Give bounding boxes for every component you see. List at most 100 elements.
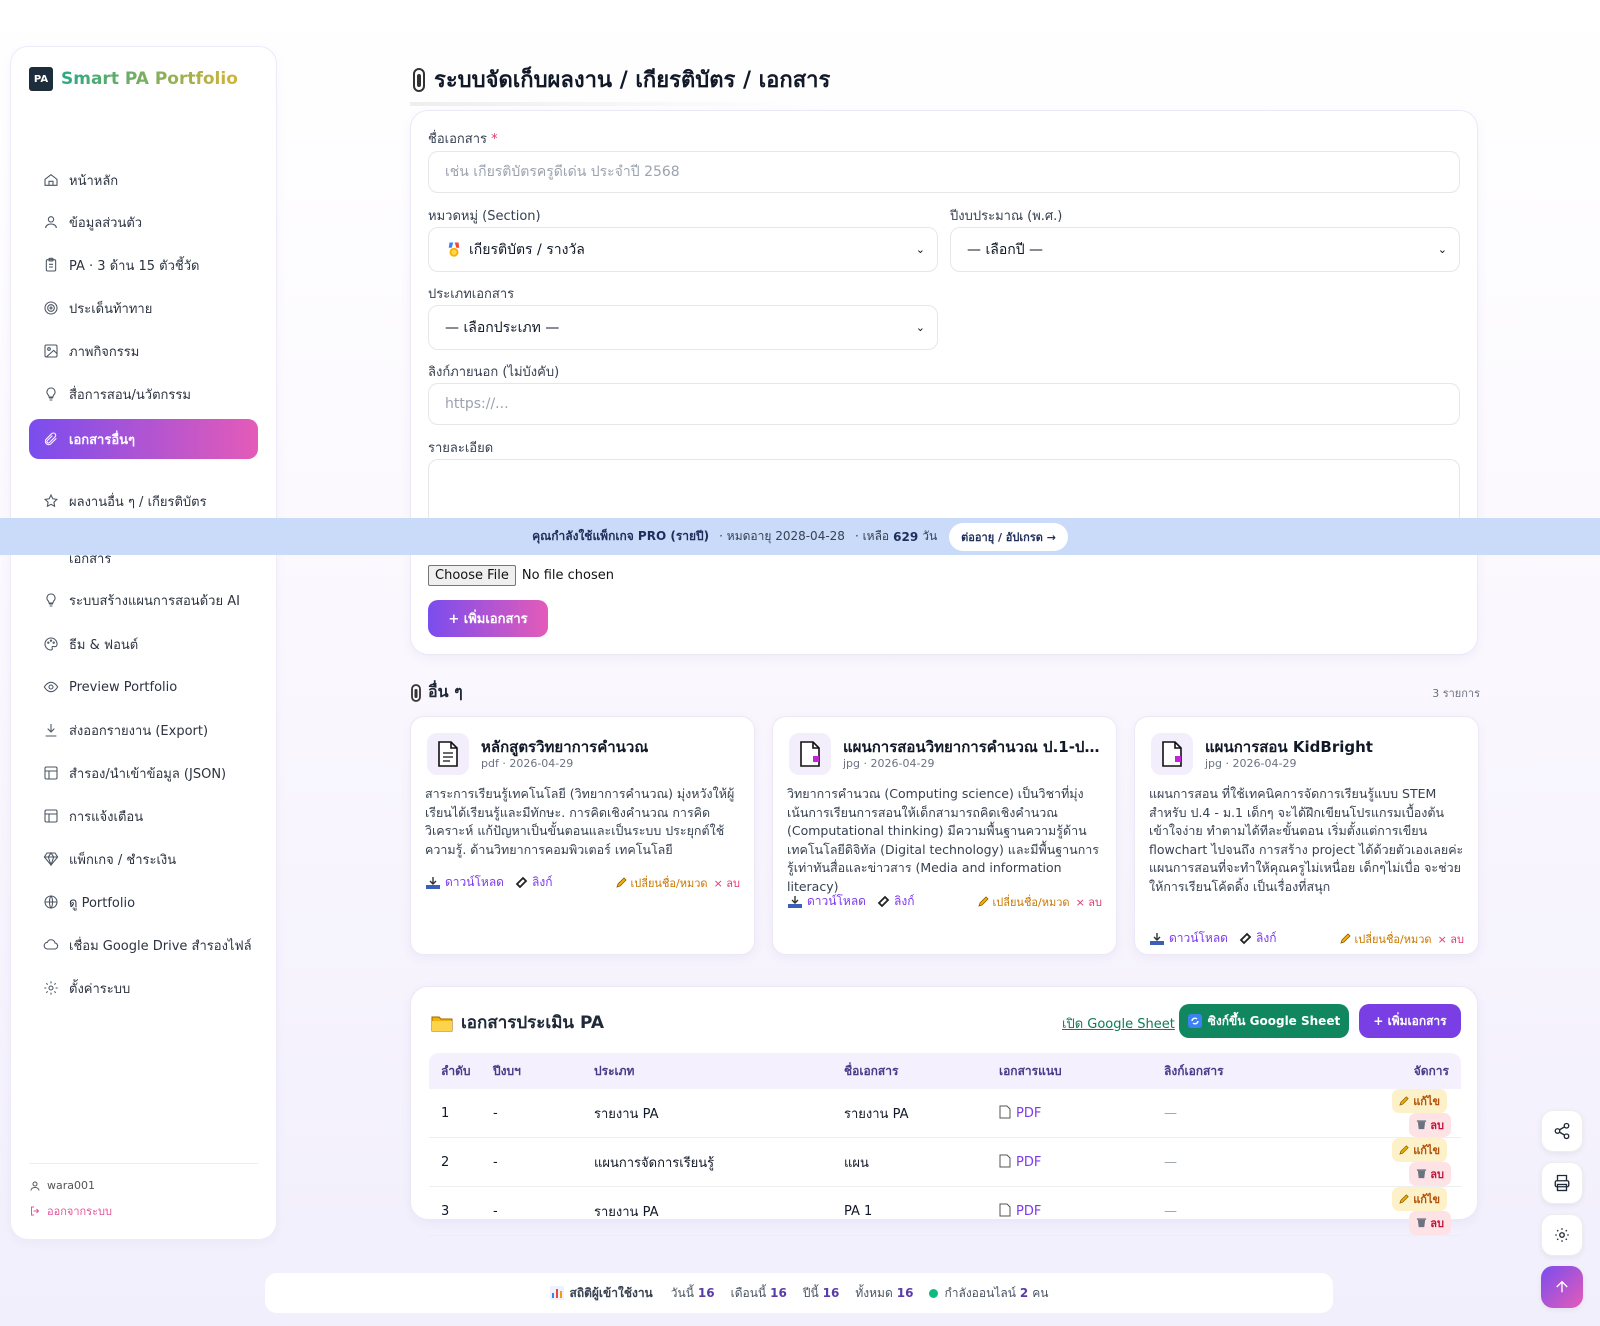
- sidebar-item-11[interactable]: ธีม & ฟอนต์: [29, 624, 258, 664]
- sidebar-item-5[interactable]: ภาพกิจกรรม: [29, 331, 258, 371]
- logout-button[interactable]: ออกจากระบบ: [29, 1202, 112, 1220]
- doc-name-input[interactable]: เช่น เกียรติบัตรครูดีเด่น ประจำปี 2568: [428, 151, 1460, 193]
- sidebar-item-15[interactable]: การแจ้งเตือน: [29, 796, 258, 836]
- sync-google-sheet-button[interactable]: ซิงก์ขึ้น Google Sheet: [1179, 1004, 1349, 1038]
- download-button[interactable]: ดาวน์โหลด: [425, 873, 504, 892]
- delete-button[interactable]: × ลบ: [714, 874, 740, 892]
- sidebar-item-10[interactable]: ระบบสร้างแผนการสอนด้วย AI: [29, 580, 258, 620]
- others-title-text: อื่น ๆ: [428, 682, 463, 701]
- online-dot-icon: [929, 1288, 939, 1298]
- pencil-icon: [1339, 932, 1351, 944]
- sidebar-item-14[interactable]: สำรอง/นำเข้าข้อมูล (JSON): [29, 753, 258, 793]
- pa-add-document-button[interactable]: + เพิ่มเอกสาร: [1359, 1004, 1461, 1038]
- column-header: ลำดับ: [429, 1053, 481, 1089]
- open-google-sheet-link[interactable]: เปิด Google Sheet: [1062, 1013, 1175, 1034]
- sync-icon: [1187, 1014, 1202, 1028]
- type-select[interactable]: — เลือกประเภท — ⌄: [428, 305, 938, 350]
- sidebar-item-12[interactable]: Preview Portfolio: [29, 667, 258, 707]
- attachment-link[interactable]: PDF: [987, 1089, 1152, 1138]
- download-button[interactable]: ดาวน์โหลด: [787, 892, 866, 911]
- sidebar-item-8[interactable]: ผลงานอื่น ๆ / เกียรติบัตร: [29, 481, 258, 521]
- table-row: 1- รายงาน PA รายงาน PA PDF — แก้ไขลบ: [429, 1089, 1461, 1138]
- section-select[interactable]: เกียรติบัตร / รางวัล ⌄: [428, 227, 938, 272]
- table-row: 2- แผนการจัดการเรียนรู้ แผน PDF — แก้ไขลบ: [429, 1137, 1461, 1187]
- link-input[interactable]: https://...: [428, 383, 1460, 425]
- renew-button[interactable]: ต่ออายุ / อัปเกรด →: [949, 522, 1068, 551]
- logout-icon: [31, 1206, 40, 1216]
- doc-card[interactable]: หลักสูตรวิทยาการคำนวณ pdf · 2026-04-29 สาร…: [410, 716, 755, 955]
- link-button[interactable]: ลิงก์: [514, 873, 552, 892]
- share-button[interactable]: [1541, 1110, 1583, 1152]
- brand[interactable]: PA Smart PA Portfolio: [29, 67, 238, 91]
- paperclip-icon: [413, 67, 425, 92]
- sidebar-item-label: การแจ้งเตือน: [69, 809, 144, 825]
- bulb-icon: [43, 592, 59, 608]
- sidebar-item-7[interactable]: เอกสารอื่นๆ: [29, 419, 258, 459]
- edit-button[interactable]: แก้ไข: [1392, 1187, 1447, 1211]
- rename-button[interactable]: เปลี่ยนชื่อ/หมวด: [615, 874, 708, 892]
- detail-textarea[interactable]: [428, 459, 1460, 521]
- sidebar-item-13[interactable]: ส่งออกรายงาน (Export): [29, 710, 258, 750]
- medal-icon: [448, 242, 460, 257]
- sidebar-item-3[interactable]: PA · 3 ด้าน 15 ตัวชี้วัด: [29, 245, 258, 285]
- doc-meta: pdf · 2026-04-29: [481, 757, 574, 770]
- stats-label: สถิติผู้เข้าใช้งาน: [569, 1285, 653, 1300]
- sidebar-item-label: ภาพกิจกรรม: [69, 344, 140, 360]
- sun-icon: [1555, 1228, 1569, 1242]
- file-input[interactable]: Choose File No file chosen: [428, 565, 614, 586]
- clipboard-icon: [43, 257, 59, 273]
- pencil-icon: [977, 895, 989, 907]
- column-header: ชื่อเอกสาร: [832, 1053, 987, 1089]
- year-select[interactable]: — เลือกปี — ⌄: [950, 227, 1460, 272]
- doc-actions: ดาวน์โหลด ลิงก์ เปลี่ยนชื่อ/หมวด × ลบ: [1149, 929, 1464, 948]
- bar-chart-icon: [549, 1286, 564, 1300]
- link-button[interactable]: ลิงก์: [876, 892, 914, 911]
- attachment-link[interactable]: PDF: [987, 1137, 1152, 1187]
- delete-button[interactable]: × ลบ: [1438, 930, 1464, 948]
- print-button[interactable]: [1541, 1162, 1583, 1204]
- table-cell: -: [481, 1186, 582, 1236]
- file-icon: [999, 1154, 1011, 1168]
- bulb-icon: [43, 386, 59, 402]
- download-button[interactable]: ดาวน์โหลด: [1149, 929, 1228, 948]
- type-value: — เลือกประเภท —: [445, 319, 560, 336]
- table-cell: —: [1152, 1089, 1342, 1138]
- edit-button[interactable]: แก้ไข: [1392, 1089, 1447, 1113]
- page-title: ระบบจัดเก็บผลงาน / เกียรติบัตร / เอกสาร: [410, 62, 830, 97]
- attachment-link[interactable]: PDF: [987, 1186, 1152, 1236]
- sidebar-item-2[interactable]: ข้อมูลส่วนตัว: [29, 202, 258, 242]
- table-cell: 1: [429, 1089, 481, 1138]
- sidebar-item-18[interactable]: เชื่อม Google Drive สำรองไฟล์: [29, 925, 258, 965]
- diamond-icon: [43, 851, 59, 867]
- link-icon: [1239, 932, 1252, 944]
- delete-button[interactable]: ลบ: [1409, 1162, 1451, 1186]
- doc-card[interactable]: แผนการสอนวิทยาการคำนวณ ป.1-ป.6 ม...jpg ·…: [772, 716, 1117, 955]
- download-icon: [788, 895, 802, 908]
- link-button[interactable]: ลิงก์: [1238, 929, 1276, 948]
- sidebar-item-19[interactable]: ตั้งค่าระบบ: [29, 968, 258, 1008]
- edit-button[interactable]: แก้ไข: [1392, 1138, 1447, 1162]
- sidebar-item-17[interactable]: ดู Portfolio: [29, 882, 258, 922]
- sidebar-item-16[interactable]: แพ็กเกจ / ชำระเงิน: [29, 839, 258, 879]
- sidebar-item-6[interactable]: สื่อการสอน/นวัตกรรม: [29, 374, 258, 414]
- sidebar-item-4[interactable]: ประเด็นท้าทาย: [29, 288, 258, 328]
- plan-remaining-suffix: วัน: [922, 529, 938, 543]
- column-header: ลิงก์เอกสาร: [1152, 1053, 1342, 1089]
- rename-button[interactable]: เปลี่ยนชื่อ/หมวด: [977, 893, 1070, 911]
- scroll-top-button[interactable]: [1541, 1266, 1583, 1308]
- theme-toggle-button[interactable]: [1541, 1214, 1583, 1256]
- chevron-down-icon: ⌄: [915, 321, 925, 334]
- logout-label: ออกจากระบบ: [47, 1205, 112, 1218]
- delete-button[interactable]: ลบ: [1409, 1113, 1451, 1137]
- delete-button[interactable]: ลบ: [1409, 1211, 1451, 1235]
- page-title-text: ระบบจัดเก็บผลงาน / เกียรติบัตร / เอกสาร: [434, 68, 831, 93]
- stats-year: 16: [822, 1286, 840, 1300]
- rename-button[interactable]: เปลี่ยนชื่อ/หมวด: [1339, 930, 1432, 948]
- choose-file-button[interactable]: Choose File: [428, 565, 516, 586]
- doc-card[interactable]: แผนการสอน KidBright jpg · 2026-04-29 แผนกา…: [1134, 716, 1479, 955]
- sidebar-item-1[interactable]: หน้าหลัก: [29, 160, 258, 200]
- sidebar-item-label: PA · 3 ด้าน 15 ตัวชี้วัด: [69, 258, 200, 274]
- sidebar-item-label: แพ็กเกจ / ชำระเงิน: [69, 852, 177, 868]
- delete-button[interactable]: × ลบ: [1076, 893, 1102, 911]
- add-document-button[interactable]: + เพิ่มเอกสาร: [428, 600, 548, 637]
